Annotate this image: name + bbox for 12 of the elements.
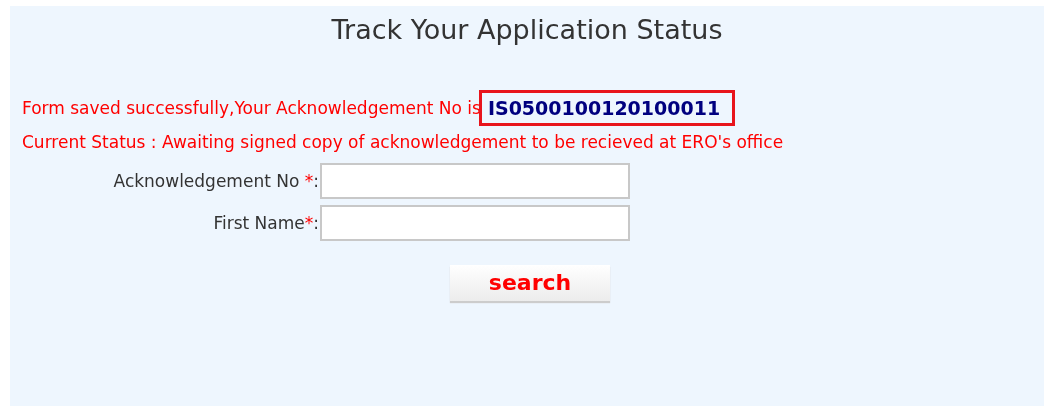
required-marker: * bbox=[304, 170, 314, 191]
acknowledgement-number: IS0500100120100011 bbox=[478, 90, 736, 127]
page-title: Track Your Application Status bbox=[330, 13, 724, 47]
search-button[interactable]: search bbox=[450, 265, 610, 302]
field-label: Acknowledgement No bbox=[113, 170, 301, 191]
input-field[interactable] bbox=[320, 163, 630, 200]
label-colon: : bbox=[313, 170, 319, 191]
input-field[interactable] bbox=[320, 205, 630, 242]
status-message: Current Status : Awaiting signed copy of acknowledgement to be recieved at ERO's office bbox=[21, 131, 785, 155]
required-marker: * bbox=[304, 212, 314, 233]
field-label: First Name bbox=[213, 212, 305, 233]
label-colon: : bbox=[313, 212, 319, 233]
